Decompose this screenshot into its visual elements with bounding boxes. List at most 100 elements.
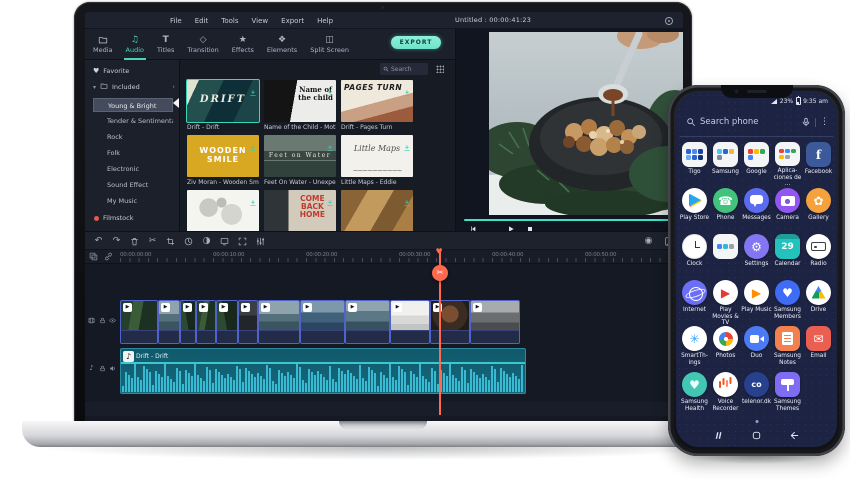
sidebar-item-included[interactable]: ▾ Included ›	[85, 80, 180, 94]
app-facebook[interactable]: f Facebook	[803, 142, 834, 188]
grid-view-button[interactable]	[436, 65, 444, 73]
app-play-music[interactable]: ▶ Play Music	[741, 280, 772, 326]
video-clip[interactable]: ▶	[300, 300, 345, 344]
app-samsung-notes[interactable]: Samsung Notes	[772, 326, 803, 372]
media-item[interactable]: Feet on Water Feet On Water - Unexpec...	[264, 135, 336, 186]
export-button[interactable]: EXPORT	[391, 36, 441, 49]
sidebar-item-tender-sentimental[interactable]: Tender & Sentimental	[93, 114, 173, 128]
tab-transition[interactable]: ◇ Transition	[185, 29, 220, 60]
media-item[interactable]: COME BACK HOME	[264, 190, 336, 231]
media-item[interactable]: Little Maps Little Maps - Eddie	[341, 135, 413, 186]
video-clip[interactable]: ▶	[258, 300, 300, 344]
delete-icon[interactable]	[129, 236, 140, 247]
menu-item-help[interactable]: Help	[317, 17, 333, 25]
media-item[interactable]	[187, 190, 259, 231]
phone-search-bar[interactable]: Search phone ⋮	[686, 111, 829, 133]
tab-audio[interactable]: ♫ Audio	[123, 29, 147, 60]
app-samsung-themes[interactable]: Samsung Themes	[772, 372, 803, 418]
video-clip[interactable]: ▶	[216, 300, 238, 344]
lock-toggle-icon[interactable]	[99, 365, 106, 372]
link-clips-icon[interactable]	[104, 252, 113, 261]
app-settings[interactable]: ⚙ Settings	[741, 234, 772, 280]
tab-titles[interactable]: T Titles	[155, 29, 176, 60]
app-phone[interactable]: ☎ Phone	[710, 188, 741, 234]
fit-icon[interactable]	[237, 236, 248, 247]
app-telenor.dk[interactable]: co telenor.dk	[741, 372, 772, 418]
sidebar-item-favorite[interactable]: ♥ Favorite	[85, 64, 180, 78]
download-icon[interactable]	[249, 137, 257, 156]
lock-toggle-icon[interactable]	[99, 317, 106, 324]
speaker-toggle-icon[interactable]	[109, 365, 116, 372]
video-clip[interactable]: ▶	[120, 300, 158, 344]
app-samsung-members[interactable]: ♥ Samsung Members	[772, 280, 803, 326]
media-item[interactable]: WOODEN SMILE Ziv Moran - Wooden Smi...	[187, 135, 259, 186]
app-google[interactable]: Google	[741, 142, 772, 188]
app-voice-recorder[interactable]: Voice Recorder	[710, 372, 741, 418]
download-icon[interactable]	[326, 82, 334, 101]
menu-item-edit[interactable]: Edit	[195, 17, 209, 25]
app-samsung[interactable]: Samsung	[710, 142, 741, 188]
video-clip[interactable]: ▶	[158, 300, 180, 344]
app-clock[interactable]: Clock	[679, 234, 710, 280]
app-tigo[interactable]: Tigo	[679, 142, 710, 188]
app-photos[interactable]: Photos	[710, 326, 741, 372]
tab-split[interactable]: ◫ Split Screen	[308, 29, 351, 60]
tab-media[interactable]: Media	[91, 29, 115, 60]
app-folder[interactable]	[710, 234, 741, 280]
redo-icon[interactable]: ↷	[111, 236, 122, 247]
app-duo[interactable]: Duo	[741, 326, 772, 372]
video-clip[interactable]: ▶	[390, 300, 430, 344]
video-clip[interactable]: ▶	[345, 300, 390, 344]
tab-effects[interactable]: ★ Effects	[230, 29, 256, 60]
menu-item-file[interactable]: File	[170, 17, 182, 25]
menu-item-tools[interactable]: Tools	[221, 17, 238, 25]
nav-home-button[interactable]	[749, 428, 763, 442]
app-email[interactable]: ✉ Email	[803, 326, 834, 372]
playhead-marker-icon[interactable]: ♥	[436, 248, 443, 256]
sidebar-item-my-music[interactable]: My Music	[93, 194, 173, 208]
sidebar-item-rock[interactable]: Rock	[93, 130, 173, 144]
split-icon[interactable]: ✂	[147, 236, 158, 247]
timeline-ruler[interactable]: 00:00:00:00 00:00:10:00 00:00:20:00 00:00:3…	[85, 250, 683, 264]
more-options-icon[interactable]: ⋮	[820, 117, 829, 127]
menu-item-export[interactable]: Export	[281, 17, 304, 25]
app-camera[interactable]: Camera	[772, 188, 803, 234]
download-icon[interactable]	[249, 192, 257, 211]
download-icon[interactable]	[326, 192, 334, 211]
account-icon[interactable]	[665, 16, 673, 25]
download-icon[interactable]	[403, 82, 411, 101]
search-input[interactable]: Search	[380, 63, 428, 75]
media-item[interactable]	[341, 190, 413, 231]
menu-item-view[interactable]: View	[252, 17, 269, 25]
video-clip[interactable]: ▶	[180, 300, 196, 344]
note-toggle-icon[interactable]: ♪	[88, 364, 95, 372]
chroma-icon[interactable]: ◑	[201, 236, 212, 247]
video-clip[interactable]: ▶	[430, 300, 470, 344]
mixer-icon[interactable]	[255, 236, 266, 247]
media-item[interactable]: PAGES TURN Drift - Pages Turn	[341, 80, 413, 131]
speed-icon[interactable]	[183, 236, 194, 247]
video-clip[interactable]: ▶	[238, 300, 258, 344]
app-drive[interactable]: Drive	[803, 280, 834, 326]
app-calendar[interactable]: 29 Calendar	[772, 234, 803, 280]
video-clip[interactable]: ▶	[470, 300, 520, 344]
app-smartth-ings[interactable]: ✳ SmartTh- ings	[679, 326, 710, 372]
film-toggle-icon[interactable]	[88, 317, 95, 324]
sidebar-item-sound-effect[interactable]: Sound Effect	[93, 178, 173, 192]
download-icon[interactable]	[403, 192, 411, 211]
app-internet[interactable]: Internet	[679, 280, 710, 326]
download-icon[interactable]	[326, 137, 334, 156]
eye-toggle-icon[interactable]	[109, 317, 116, 324]
app-gallery[interactable]: ✿ Gallery	[803, 188, 834, 234]
sidebar-collapse-arrow[interactable]	[173, 98, 179, 108]
download-icon[interactable]	[249, 82, 257, 101]
mic-icon[interactable]	[801, 117, 811, 127]
nav-recents-button[interactable]	[712, 428, 726, 442]
manage-tracks-icon[interactable]	[89, 252, 98, 261]
app-radio[interactable]: Radio	[803, 234, 834, 280]
app-play-store[interactable]: Play Store	[679, 188, 710, 234]
media-item[interactable]: Name of the child Name of the Child - Mo…	[264, 80, 336, 131]
playback-progress-bar[interactable]	[464, 219, 681, 221]
video-clip[interactable]: ▶	[196, 300, 216, 344]
app-play-movies-tv[interactable]: ▶ Play Movies & TV	[710, 280, 741, 326]
